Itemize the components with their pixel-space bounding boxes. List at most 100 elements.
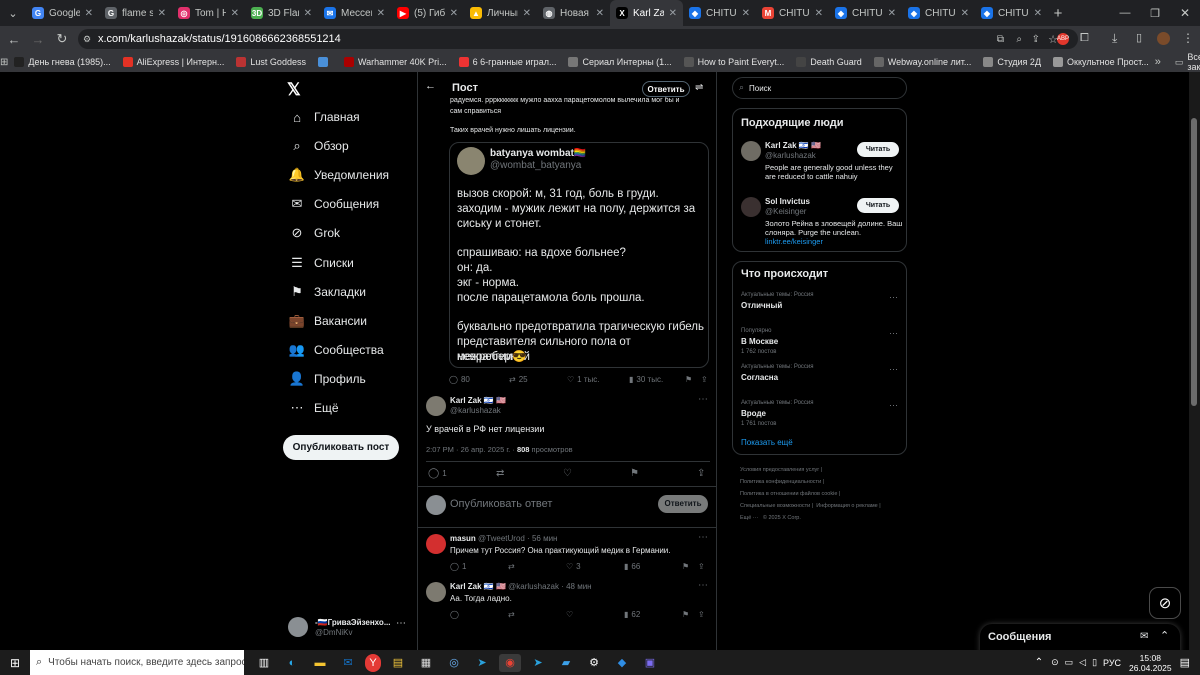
reply-action[interactable]: ◯ 1	[450, 562, 466, 571]
footer-link[interactable]: Информация о рекламе	[816, 503, 877, 509]
footer-link[interactable]: Политика конфиденциальности	[740, 479, 821, 485]
retweet-action[interactable]: ⇄ 25	[509, 375, 528, 384]
show-more-link[interactable]: Показать ещё	[741, 438, 793, 447]
tab-close-icon[interactable]: ✕	[304, 8, 312, 19]
more-icon[interactable]: ⋯	[889, 400, 898, 411]
user-handle[interactable]: @Keisinger	[765, 207, 806, 216]
share-action[interactable]: ⇪	[701, 375, 708, 384]
install-app-icon[interactable]: ⧉	[997, 34, 1004, 45]
bookmark-item[interactable]: 6 6-гранные играл...	[453, 57, 563, 67]
reply-action[interactable]: ◯	[450, 610, 462, 619]
outlook-icon[interactable]: ✉	[337, 654, 359, 672]
abp-extension-icon[interactable]: ABP	[1057, 33, 1069, 45]
user-link[interactable]: linktr.ee/keisinger	[765, 237, 823, 246]
reply-author-handle[interactable]: @karlushazak · 48 мин	[508, 582, 591, 591]
browser-tab[interactable]: ▶ (5) Гибе ✕	[391, 0, 464, 26]
avatar[interactable]	[426, 396, 446, 416]
browser-tab[interactable]: ◆ CHITUBO ✕	[829, 0, 902, 26]
footer-link[interactable]: Условия предоставления услуг	[740, 467, 819, 473]
sidebar-item[interactable]: ☰ Списки	[290, 255, 354, 270]
browser-tab[interactable]: X Karl Zak ✕	[610, 0, 683, 26]
tab-close-icon[interactable]: ✕	[669, 8, 677, 19]
browser-tab[interactable]: G Google I ✕	[26, 0, 99, 26]
share-icon[interactable]: ⇪	[1032, 34, 1040, 45]
follow-button[interactable]: Читать	[857, 142, 899, 157]
sidebar-item[interactable]: 💼 Вакансии	[289, 313, 367, 328]
bookmark-action[interactable]: ⚑	[682, 610, 689, 619]
avatar[interactable]	[426, 534, 446, 554]
reply-submit-button[interactable]: Ответить	[658, 495, 708, 513]
new-message-icon[interactable]: ✉	[1140, 631, 1148, 642]
photos-icon[interactable]: ▦	[415, 654, 437, 672]
footer-link[interactable]: Специальные возможности	[740, 503, 810, 509]
bookmark-action[interactable]: ⚑	[685, 375, 692, 384]
trend-item[interactable]: Актуальные темы: Россия Вроде 1 761 пост…	[733, 398, 908, 432]
share-action[interactable]: ⇪	[698, 610, 705, 619]
more-icon[interactable]: ⋯	[396, 618, 406, 629]
user-name[interactable]: Karl Zak 🇮🇱 🇺🇸	[765, 141, 821, 150]
telegram-icon[interactable]: ➤	[527, 654, 549, 672]
sidebar-item[interactable]: ⚑ Закладки	[290, 284, 366, 299]
messages-drawer[interactable]: Сообщения ✉ ⌃	[980, 624, 1180, 650]
bookmark-item[interactable]: Оккультное Прост...	[1047, 57, 1155, 67]
views-action[interactable]: ▮ 30 тыс.	[629, 375, 663, 384]
bookmark-item[interactable]: Webway.online лит...	[868, 57, 978, 67]
reply-settings-icon[interactable]: ⇌	[695, 82, 703, 93]
bookmark-item[interactable]: AliExpress | Интерн...	[117, 57, 231, 67]
app-icon[interactable]: ▣	[639, 654, 661, 672]
settings-icon[interactable]: ⚙	[583, 654, 605, 672]
bookmarks-overflow-icon[interactable]: »	[1155, 56, 1161, 68]
sidebar-item[interactable]: ⋯ Ещё	[290, 400, 339, 415]
extensions-icon[interactable]: ⧠	[1080, 32, 1089, 45]
retweet-action[interactable]: ⇄	[508, 562, 518, 571]
edge-icon[interactable]: ◐	[281, 654, 303, 672]
avatar[interactable]	[741, 141, 761, 161]
site-info-icon[interactable]: ⚙	[83, 34, 91, 45]
browser-tab[interactable]: ◆ CHITUBO ✕	[975, 0, 1048, 26]
trend-item[interactable]: Популярно В Москве 1 762 постов ⋯	[733, 326, 908, 360]
bookmark-item[interactable]: Death Guard	[790, 57, 868, 67]
tab-close-icon[interactable]: ✕	[815, 8, 823, 19]
views-action[interactable]: ▮ 62	[624, 610, 640, 619]
reload-icon[interactable]: ↻	[50, 31, 74, 47]
scrollbar[interactable]	[1189, 72, 1200, 650]
share-action[interactable]: ⇪	[697, 468, 705, 479]
grok-button[interactable]: ⊘	[1149, 587, 1181, 619]
tab-close-icon[interactable]: ✕	[1034, 8, 1042, 19]
sidepanel-icon[interactable]: ▯	[1136, 31, 1142, 44]
tray-chevron-icon[interactable]: ⌃	[1035, 657, 1043, 668]
browser-tab[interactable]: ◍ Новая в ✕	[537, 0, 610, 26]
close-window-button[interactable]: ✕	[1170, 6, 1200, 20]
sidebar-item[interactable]: ⌂ Главная	[290, 110, 360, 125]
more-icon[interactable]: ⋯	[698, 532, 708, 543]
notes-icon[interactable]: ▤	[387, 654, 409, 672]
notification-icon[interactable]: ▤	[1180, 656, 1190, 669]
trend-item[interactable]: Актуальные темы: Россия Отличный ⋯	[733, 290, 908, 324]
sidebar-item[interactable]: ✉ Сообщения	[290, 196, 380, 211]
tab-close-icon[interactable]: ✕	[596, 8, 604, 19]
tab-close-icon[interactable]: ✕	[888, 8, 896, 19]
reply-action[interactable]: ◯ 80	[449, 375, 470, 384]
tray-icon[interactable]: ▯	[1092, 657, 1097, 668]
browser-tab[interactable]: 3D 3D Flam ✕	[245, 0, 318, 26]
chrome-menu-icon[interactable]: ⋮	[1182, 31, 1194, 45]
bookmark-item[interactable]: Студия 2Д	[977, 57, 1047, 67]
tab-close-icon[interactable]: ✕	[231, 8, 239, 19]
more-icon[interactable]: ⋯	[889, 328, 898, 339]
back-arrow-icon[interactable]: ←	[2, 32, 26, 47]
bookmark-item[interactable]: Warhammer 40K Pri...	[338, 57, 453, 67]
task-view-icon[interactable]: ▥	[253, 654, 275, 672]
sidebar-item[interactable]: ⌕ Обзор	[290, 138, 348, 153]
main-author-name[interactable]: Karl Zak 🇮🇱 🇺🇸	[450, 396, 506, 405]
tab-search-button[interactable]: ⌄	[0, 7, 26, 20]
reply-tweet[interactable]: masun @TweetUrod · 56 мин ⋯ Причем тут Р…	[418, 532, 716, 578]
telegram-icon[interactable]: ➤	[471, 654, 493, 672]
back-arrow-icon[interactable]: ←	[425, 80, 436, 92]
tab-close-icon[interactable]: ✕	[377, 8, 385, 19]
tab-close-icon[interactable]: ✕	[158, 8, 166, 19]
avatar[interactable]	[741, 197, 761, 217]
x-logo-icon[interactable]: 𝕏	[287, 80, 301, 100]
app-icon[interactable]: ◎	[443, 654, 465, 672]
tab-close-icon[interactable]: ✕	[450, 8, 458, 19]
scrollbar-thumb[interactable]	[1191, 118, 1197, 406]
